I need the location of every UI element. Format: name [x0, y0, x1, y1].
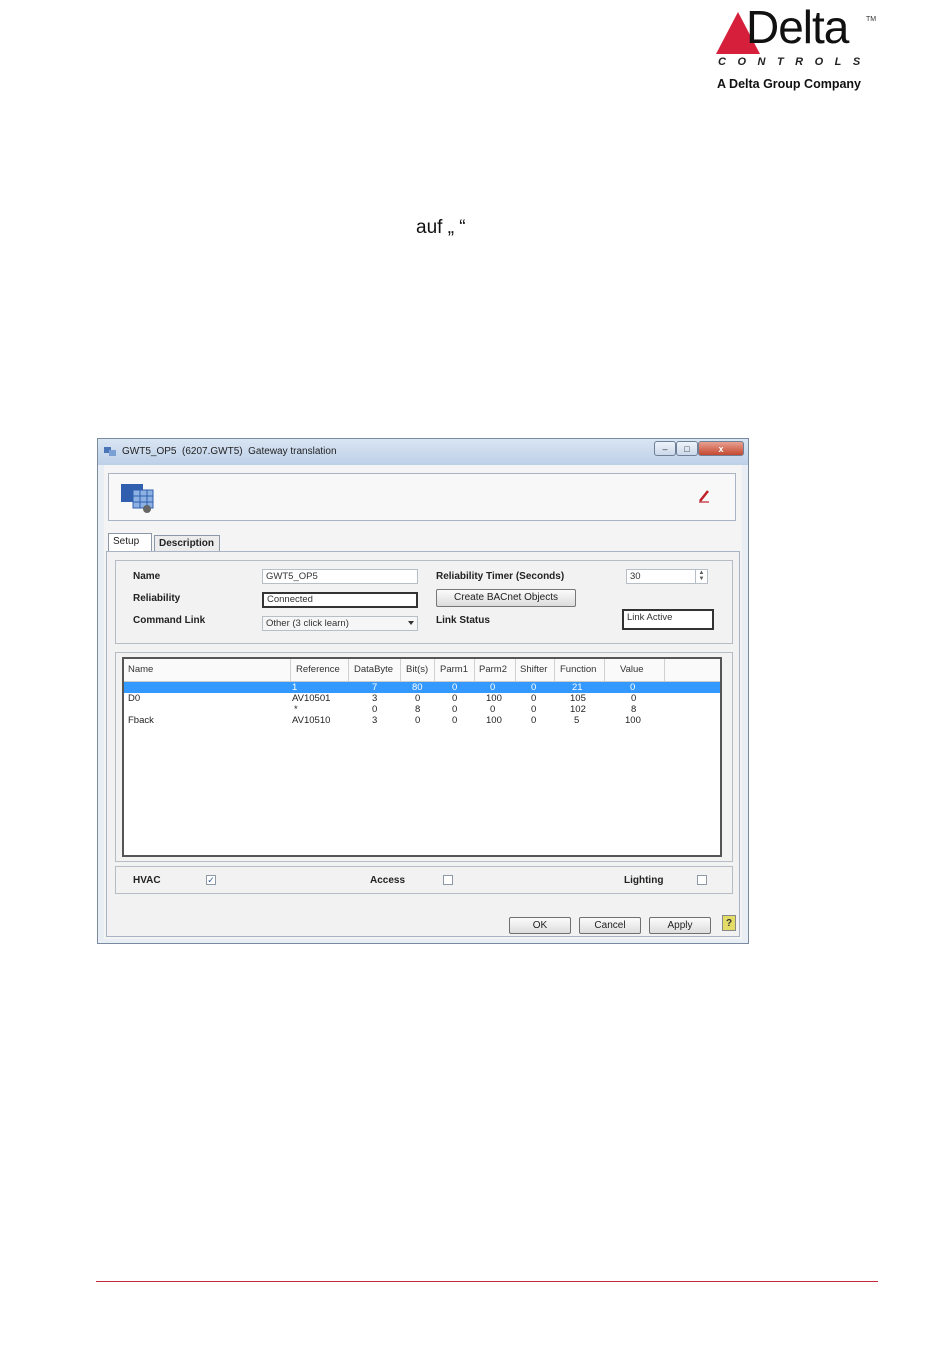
reliability-timer-stepper[interactable]: 30 ▲ ▼ — [626, 569, 708, 584]
logo-group-text: A Delta Group Company — [717, 77, 861, 91]
window-titlebar[interactable]: GWT5_OP5 (6207.GWT5) Gateway translation… — [98, 439, 748, 465]
cell-parm2: 100 — [486, 715, 502, 726]
minimize-button[interactable]: – — [654, 441, 676, 456]
create-bacnet-objects-button[interactable]: Create BACnet Objects — [436, 589, 576, 607]
table-row[interactable]: Fback AV10510 3 0 0 100 0 5 100 — [124, 715, 720, 726]
cell-reference: AV10501 — [292, 693, 331, 704]
window-title: GWT5_OP5 (6207.GWT5) Gateway translation — [122, 446, 337, 457]
cell-function: 21 — [572, 682, 583, 693]
cell-reference: AV10510 — [292, 715, 331, 726]
tab-setup[interactable]: Setup — [108, 533, 152, 551]
cell-databyte: 7 — [372, 682, 378, 693]
cell-databyte: 3 — [372, 693, 378, 704]
translation-table-group: Name Reference DataByte Bit(s) Parm1 Par… — [115, 652, 733, 862]
command-link-value: Other (3 click learn) — [266, 618, 349, 629]
close-button[interactable]: x — [698, 441, 744, 456]
logo-wordmark: Delta — [746, 1, 849, 53]
document-text-fragment: auf „ “ — [416, 217, 466, 238]
logo-tagline: CONTROLS — [718, 56, 872, 68]
col-header-value[interactable]: Value — [620, 664, 644, 675]
reliability-timer-label: Reliability Timer (Seconds) — [436, 571, 565, 582]
cell-bits: 80 — [412, 682, 423, 693]
properties-group: Name GWT5_OP5 Reliability Connected Comm… — [115, 560, 733, 644]
hvac-label: HVAC — [133, 875, 161, 886]
gateway-icon — [104, 447, 116, 456]
cell-parm1: 0 — [452, 693, 458, 704]
cell-databyte: 0 — [372, 704, 378, 715]
tab-description[interactable]: Description — [154, 535, 220, 551]
maximize-button[interactable]: □ — [676, 441, 698, 456]
cell-shifter: 0 — [531, 704, 537, 715]
cell-shifter: 0 — [531, 693, 537, 704]
object-header-panel — [108, 473, 736, 521]
lighting-checkbox[interactable] — [697, 875, 707, 885]
apply-button[interactable]: Apply — [649, 917, 711, 934]
gateway-translation-window: GWT5_OP5 (6207.GWT5) Gateway translation… — [97, 438, 749, 944]
cell-function: 5 — [574, 715, 580, 726]
reliability-timer-value: 30 — [630, 571, 641, 582]
link-status-field: Link Active — [622, 609, 714, 630]
lighting-label: Lighting — [624, 875, 664, 886]
system-checkboxes-group: HVAC ✓ Access Lighting — [115, 866, 733, 894]
table-row[interactable]: 1 7 80 0 0 0 21 0 — [124, 682, 720, 693]
access-label: Access — [370, 875, 406, 886]
col-header-databyte[interactable]: DataByte — [354, 664, 393, 675]
command-link-label: Command Link — [133, 615, 206, 626]
cell-parm1: 0 — [452, 715, 458, 726]
footer-divider — [96, 1281, 878, 1282]
cell-parm2: 0 — [490, 682, 496, 693]
col-header-function[interactable]: Function — [560, 664, 596, 675]
col-header-reference[interactable]: Reference — [296, 664, 340, 675]
delta-controls-logo: Delta TM CONTROLS A Delta Group Company — [716, 4, 886, 98]
cell-function: 105 — [570, 693, 586, 704]
cell-name: Fback — [128, 715, 154, 726]
translation-table[interactable]: Name Reference DataByte Bit(s) Parm1 Par… — [122, 657, 722, 857]
cell-bits: 0 — [415, 715, 421, 726]
table-row[interactable]: * 0 8 0 0 0 102 8 — [124, 704, 720, 715]
cell-shifter: 0 — [531, 682, 537, 693]
hvac-checkbox[interactable]: ✓ — [206, 875, 216, 885]
command-link-select[interactable]: Other (3 click learn) — [262, 616, 418, 631]
cell-value: 100 — [625, 715, 641, 726]
setup-tab-pane: Name GWT5_OP5 Reliability Connected Comm… — [106, 551, 740, 937]
cell-shifter: 0 — [531, 715, 537, 726]
cell-name: D0 — [128, 693, 141, 704]
cell-bits: 8 — [415, 704, 421, 715]
spin-arrows-icon[interactable]: ▲ ▼ — [695, 570, 707, 583]
cell-reference: 1 — [292, 682, 298, 693]
col-header-parm2[interactable]: Parm2 — [479, 664, 507, 675]
col-header-shifter[interactable]: Shifter — [520, 664, 547, 675]
name-field[interactable]: GWT5_OP5 — [262, 569, 418, 584]
cell-value: 0 — [631, 693, 637, 704]
cell-parm1: 0 — [452, 704, 458, 715]
link-status-label: Link Status — [436, 615, 490, 626]
access-checkbox[interactable] — [443, 875, 453, 885]
col-header-bits[interactable]: Bit(s) — [406, 664, 428, 675]
reliability-label: Reliability — [133, 593, 181, 604]
gateway-object-icon — [121, 484, 154, 513]
logo-trademark: TM — [866, 16, 877, 23]
cell-function: 102 — [570, 704, 586, 715]
edit-pencil-icon[interactable] — [697, 488, 711, 504]
cell-value: 8 — [631, 704, 637, 715]
col-header-name[interactable]: Name — [128, 664, 153, 675]
cell-databyte: 3 — [372, 715, 378, 726]
ok-button[interactable]: OK — [509, 917, 571, 934]
col-header-parm1[interactable]: Parm1 — [440, 664, 468, 675]
reliability-field: Connected — [262, 592, 418, 608]
chevron-down-icon — [408, 621, 414, 625]
name-label: Name — [133, 571, 161, 582]
cancel-button[interactable]: Cancel — [579, 917, 641, 934]
window-client-area: Setup Description Name GWT5_OP5 Reliabil… — [104, 465, 742, 939]
help-icon[interactable]: ? — [722, 915, 736, 931]
cell-parm2: 0 — [490, 704, 496, 715]
cell-bits: 0 — [415, 693, 421, 704]
cell-parm1: 0 — [452, 682, 458, 693]
cell-parm2: 100 — [486, 693, 502, 704]
cell-reference: * — [294, 704, 298, 715]
cell-value: 0 — [630, 682, 636, 693]
table-header: Name Reference DataByte Bit(s) Parm1 Par… — [124, 659, 720, 682]
table-row[interactable]: D0 AV10501 3 0 0 100 0 105 0 — [124, 693, 720, 704]
